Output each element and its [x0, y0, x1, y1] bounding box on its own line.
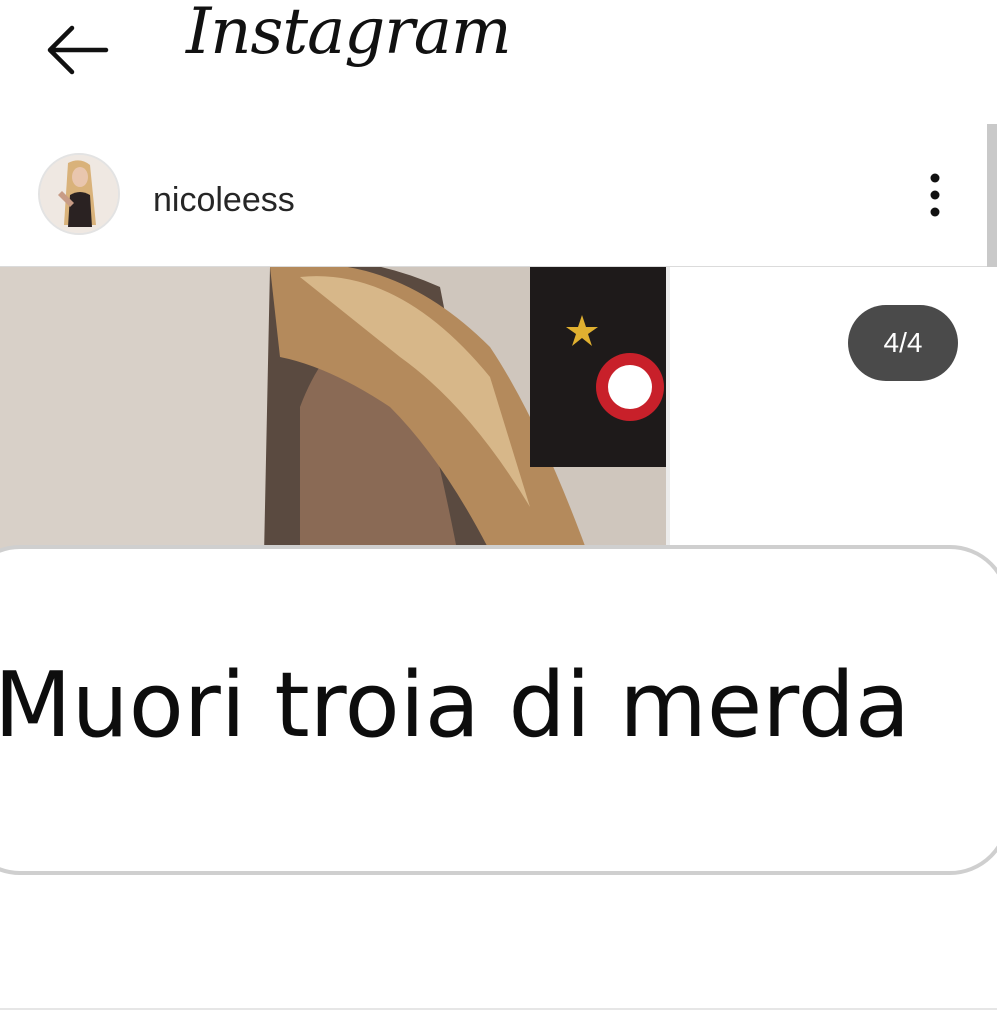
- post-header: nicoleess: [0, 140, 997, 267]
- more-vertical-icon: [930, 173, 940, 217]
- app-logo-title: Instagram: [186, 0, 512, 69]
- message-text: Muori troia di merda: [0, 653, 910, 758]
- more-options-button[interactable]: [915, 170, 955, 220]
- username-label[interactable]: nicoleess: [153, 181, 295, 220]
- slide-counter-badge: 4/4: [848, 305, 958, 381]
- back-button[interactable]: [42, 22, 112, 78]
- avatar[interactable]: [38, 153, 120, 235]
- top-app-bar: Instagram: [0, 0, 997, 110]
- post-media-carousel[interactable]: 4/4 Muori troia di merda: [0, 267, 997, 967]
- back-arrow-icon: [47, 25, 109, 75]
- divider: [0, 1008, 997, 1010]
- avatar-image: [40, 155, 118, 233]
